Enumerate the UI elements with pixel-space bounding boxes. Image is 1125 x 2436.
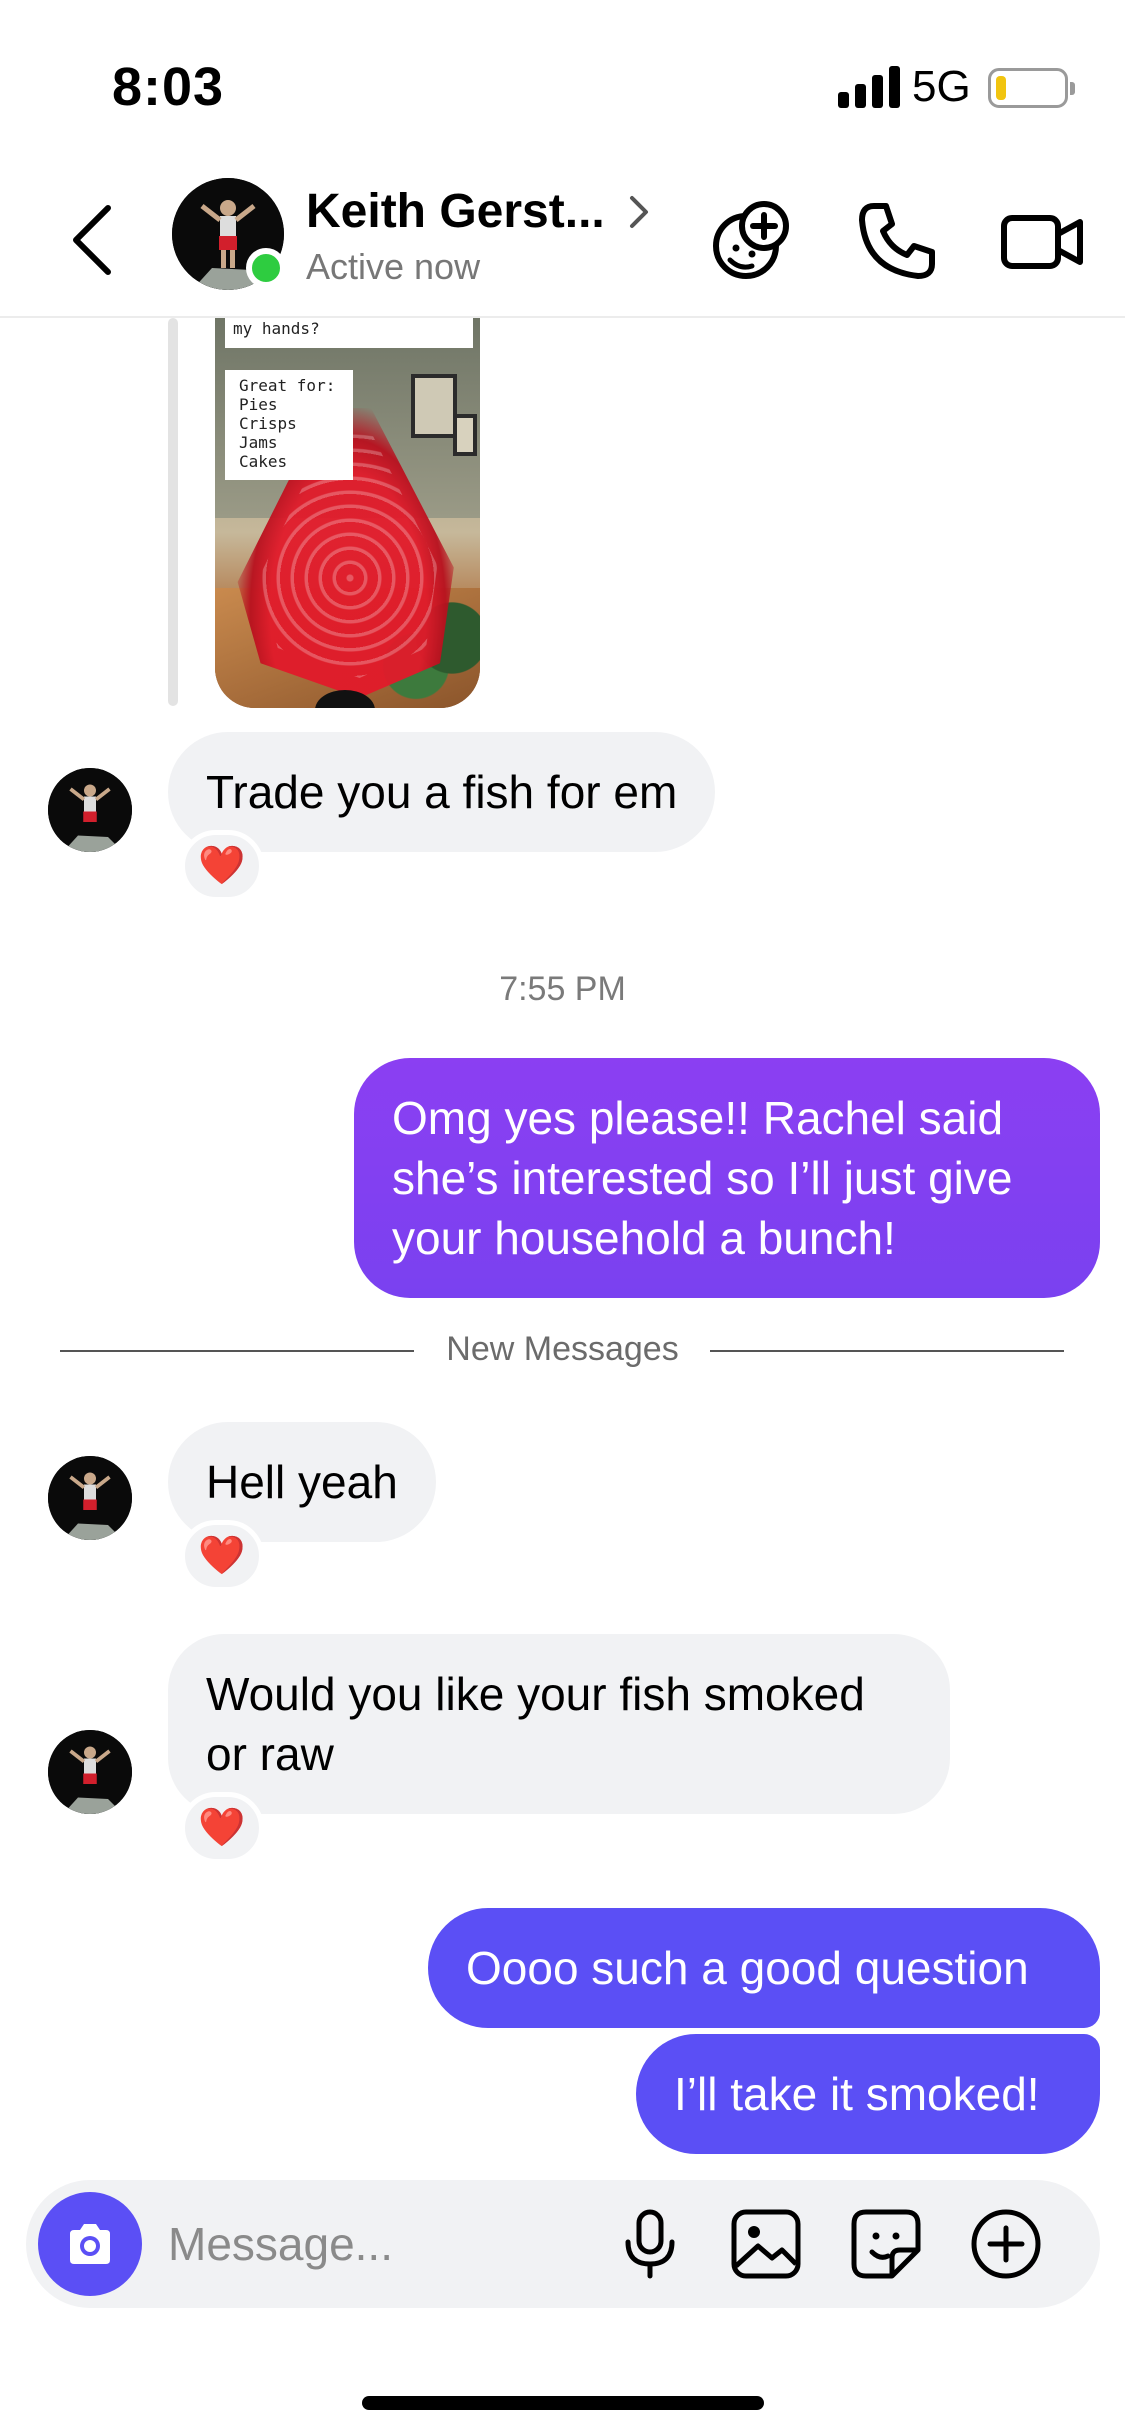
message-thread[interactable]: my hands? Great for: Pies Crisps Jams Ca… (0, 318, 1125, 2168)
outgoing-message[interactable]: I’ll take it smoked! (636, 2034, 1100, 2154)
sender-avatar[interactable] (48, 768, 132, 852)
message-composer (26, 2180, 1100, 2308)
chat-header: Keith Gerst... Active now (0, 170, 1125, 318)
reply-indicator-bar (168, 318, 178, 706)
add-icon[interactable] (968, 2206, 1044, 2282)
shared-story-image[interactable]: my hands? Great for: Pies Crisps Jams Ca… (215, 318, 480, 708)
online-status-dot (246, 248, 286, 288)
cellular-signal-icon (838, 64, 900, 108)
outgoing-message[interactable]: Oooo such a good question (428, 1908, 1100, 2028)
status-time: 8:03 (112, 57, 225, 117)
story-caption-list: Great for: Pies Crisps Jams Cakes (225, 370, 353, 480)
phone-icon[interactable] (852, 196, 942, 286)
message-timestamp: 7:55 PM (499, 970, 626, 1008)
battery-icon (988, 68, 1075, 108)
sticker-icon[interactable] (848, 2206, 924, 2282)
sender-avatar[interactable] (48, 1456, 132, 1540)
back-icon[interactable] (64, 200, 124, 280)
camera-icon (70, 2224, 110, 2264)
contact-name[interactable]: Keith Gerst... (306, 184, 605, 239)
message-input[interactable] (168, 2214, 568, 2274)
sender-avatar[interactable] (48, 1730, 132, 1814)
camera-button[interactable] (38, 2192, 142, 2296)
incoming-message[interactable]: Trade you a fish for em (168, 732, 716, 852)
network-type: 5G (912, 62, 971, 111)
incoming-message[interactable]: Would you like your fish smoked or raw (168, 1634, 950, 1814)
status-bar: 8:03 5G (0, 0, 1125, 170)
story-caption-top: my hands? (225, 318, 473, 348)
outgoing-message[interactable]: Omg yes please!! Rachel said she’s inter… (354, 1058, 1100, 1298)
video-icon[interactable] (998, 196, 1088, 286)
gallery-icon[interactable] (728, 2206, 804, 2282)
heart-reaction[interactable]: ❤️ (180, 1792, 264, 1864)
microphone-icon[interactable] (612, 2206, 688, 2282)
heart-reaction[interactable]: ❤️ (180, 830, 264, 902)
home-indicator[interactable] (362, 2396, 764, 2410)
chevron-right-icon[interactable] (626, 192, 652, 232)
effects-icon[interactable] (706, 196, 796, 286)
active-status: Active now (306, 246, 481, 287)
heart-reaction[interactable]: ❤️ (180, 1520, 264, 1592)
new-messages-label: New Messages (446, 1330, 679, 1368)
